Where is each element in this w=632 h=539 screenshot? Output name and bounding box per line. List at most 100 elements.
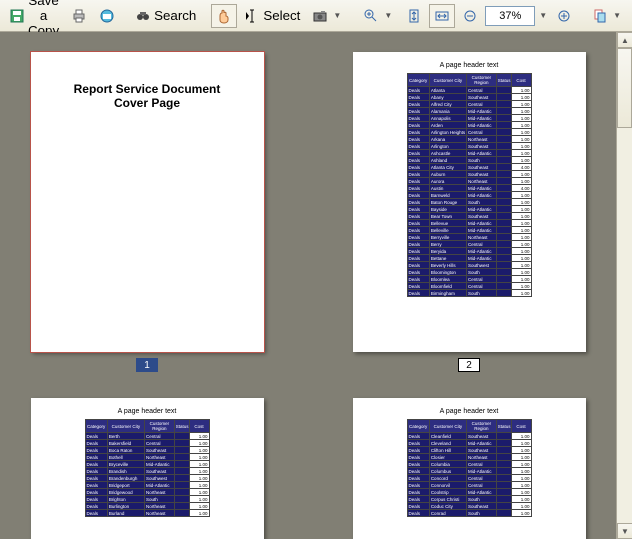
column-header: Customer Region <box>467 420 497 433</box>
column-header: Category <box>85 420 107 433</box>
table-row: DealsArlingtonSoutheast1.00 <box>407 143 531 150</box>
page-thumbnail[interactable]: A page header text CategoryCustomer City… <box>338 52 600 372</box>
text-cursor-icon <box>244 8 260 24</box>
table-row: DealsAlamaniaMid-Atlantic1.00 <box>407 108 531 115</box>
table-row: DealsBrycevilleMid-Atlantic1.00 <box>85 461 209 468</box>
report-table: CategoryCustomer CityCustomer RegionStat… <box>407 73 532 297</box>
scroll-thumb[interactable] <box>617 48 632 128</box>
organize-button[interactable]: ▼ <box>587 4 628 28</box>
column-header: Status <box>496 420 511 433</box>
page-1[interactable]: Report Service Document Cover Page <box>31 52 264 352</box>
fit-height-icon <box>406 8 422 24</box>
table-row: DealsColumbiaCentral1.00 <box>407 461 531 468</box>
table-row: DealsClifton HillSoutheast1.00 <box>407 447 531 454</box>
hand-tool-button[interactable] <box>211 4 237 28</box>
page-thumbnail[interactable]: A page header text CategoryCustomer City… <box>16 398 278 539</box>
page-4[interactable]: A page header text CategoryCustomer City… <box>353 398 586 539</box>
scroll-track[interactable] <box>617 48 632 523</box>
column-header: Status <box>496 74 511 87</box>
table-row: DealsBellevueMid-Atlantic1.00 <box>407 220 531 227</box>
plus-circle-icon <box>556 8 572 24</box>
column-header: Customer City <box>107 420 144 433</box>
zoom-input[interactable] <box>485 6 535 26</box>
table-row: DealsColumbusMid-Atlantic1.00 <box>407 468 531 475</box>
table-row: DealsBaysideMid-Atlantic1.00 <box>407 206 531 213</box>
search-label: Search <box>154 8 196 23</box>
table-row: DealsBurlingtonNortheast1.00 <box>85 503 209 510</box>
table-row: DealsArdenMid-Atlantic1.00 <box>407 122 531 129</box>
fit-width-button[interactable] <box>429 4 455 28</box>
report-table: CategoryCustomer CityCustomer RegionStat… <box>85 419 210 517</box>
table-row: DealsClosierNortheast1.00 <box>407 454 531 461</box>
hand-icon <box>216 8 232 24</box>
save-copy-button[interactable]: Save a Copy <box>4 4 64 28</box>
cover-title-line1: Report Service Document <box>31 82 264 96</box>
column-header: Category <box>407 74 429 87</box>
binoculars-icon <box>135 8 151 24</box>
snapshot-button[interactable]: ▼ <box>307 4 348 28</box>
column-header: Category <box>407 420 429 433</box>
table-row: DealsBeryidaMid-Atlantic1.00 <box>407 248 531 255</box>
chevron-down-icon[interactable]: ▼ <box>537 11 549 20</box>
envelope-icon <box>99 8 115 24</box>
documents-icon <box>592 8 608 24</box>
table-row: DealsCorpus ChristiSouth1.00 <box>407 496 531 503</box>
page-thumbnails-viewer[interactable]: Report Service Document Cover Page 1 A p… <box>0 32 616 539</box>
printer-icon <box>71 8 87 24</box>
page-thumbnail[interactable]: A page header text CategoryCustomer City… <box>338 398 600 539</box>
email-button[interactable] <box>94 4 120 28</box>
print-button[interactable] <box>66 4 92 28</box>
table-row: DealsBirminghamSouth1.00 <box>407 290 531 297</box>
table-row: DealsConcordCentral1.00 <box>407 475 531 482</box>
report-header: A page header text <box>31 398 264 419</box>
table-row: DealsAnnapolisMid-Atlantic1.00 <box>407 115 531 122</box>
table-row: DealsBothellNortheast1.00 <box>85 454 209 461</box>
table-row: DealsBeverly HillsSouthwest1.00 <box>407 262 531 269</box>
column-header: Cost <box>511 420 531 433</box>
vertical-scrollbar[interactable]: ▲ ▼ <box>616 32 632 539</box>
table-row: DealsBloomleaCentral1.00 <box>407 276 531 283</box>
zoom-in-marquee-button[interactable]: ▼ <box>358 4 399 28</box>
column-header: Cost <box>189 420 209 433</box>
fit-width-icon <box>434 8 450 24</box>
toolbar: Save a Copy Search Select ▼ <box>0 0 632 32</box>
cover-title-line2: Cover Page <box>31 96 264 110</box>
table-row: DealsAustinMid-Atlantic4.00 <box>407 185 531 192</box>
table-row: DealsBridgewoodNortheast1.00 <box>85 489 209 496</box>
page-thumbnail[interactable]: Report Service Document Cover Page 1 <box>16 52 278 372</box>
table-row: DealsAuburnSoutheast1.00 <box>407 171 531 178</box>
camera-icon <box>312 8 328 24</box>
table-row: DealsConradSouth1.00 <box>407 510 531 517</box>
page-3[interactable]: A page header text CategoryCustomer City… <box>31 398 264 539</box>
select-tool-button[interactable]: Select <box>239 4 305 28</box>
column-header: Cost <box>511 74 531 87</box>
scroll-up-button[interactable]: ▲ <box>617 32 632 48</box>
table-row: DealsBrightonSouth1.00 <box>85 496 209 503</box>
floppy-icon <box>9 8 25 24</box>
report-table: CategoryCustomer CityCustomer RegionStat… <box>407 419 532 517</box>
table-row: DealsClevelandMid-Atlantic1.00 <box>407 440 531 447</box>
table-row: DealsAlfred CityCentral1.00 <box>407 101 531 108</box>
table-row: DealsBrandenburghSouthwest1.00 <box>85 475 209 482</box>
table-row: DealsBrandishSoutheast1.00 <box>85 468 209 475</box>
column-header: Customer City <box>429 420 466 433</box>
zoom-in-icon <box>363 8 379 24</box>
table-row: DealsBaton RougeSouth1.00 <box>407 199 531 206</box>
zoom-out-button[interactable] <box>457 4 483 28</box>
column-header: Customer Region <box>145 420 175 433</box>
table-row: DealsCoduc CitySoutheast1.00 <box>407 503 531 510</box>
column-header: Customer City <box>429 74 466 87</box>
report-header: A page header text <box>353 398 586 419</box>
chevron-down-icon: ▼ <box>382 11 394 20</box>
search-button[interactable]: Search <box>130 4 201 28</box>
table-row: DealsBerryvilleNortheast1.00 <box>407 234 531 241</box>
table-row: DealsArkanaNortheast1.00 <box>407 136 531 143</box>
table-row: DealsCleanfieldSoutheast1.00 <box>407 433 531 440</box>
scroll-down-button[interactable]: ▼ <box>617 523 632 539</box>
table-row: DealsAshlandSouth1.00 <box>407 157 531 164</box>
page-2[interactable]: A page header text CategoryCustomer City… <box>353 52 586 352</box>
page-number: 1 <box>136 358 158 372</box>
table-row: DealsBerthCentral1.00 <box>85 433 209 440</box>
fit-height-button[interactable] <box>401 4 427 28</box>
zoom-in-button[interactable] <box>551 4 577 28</box>
